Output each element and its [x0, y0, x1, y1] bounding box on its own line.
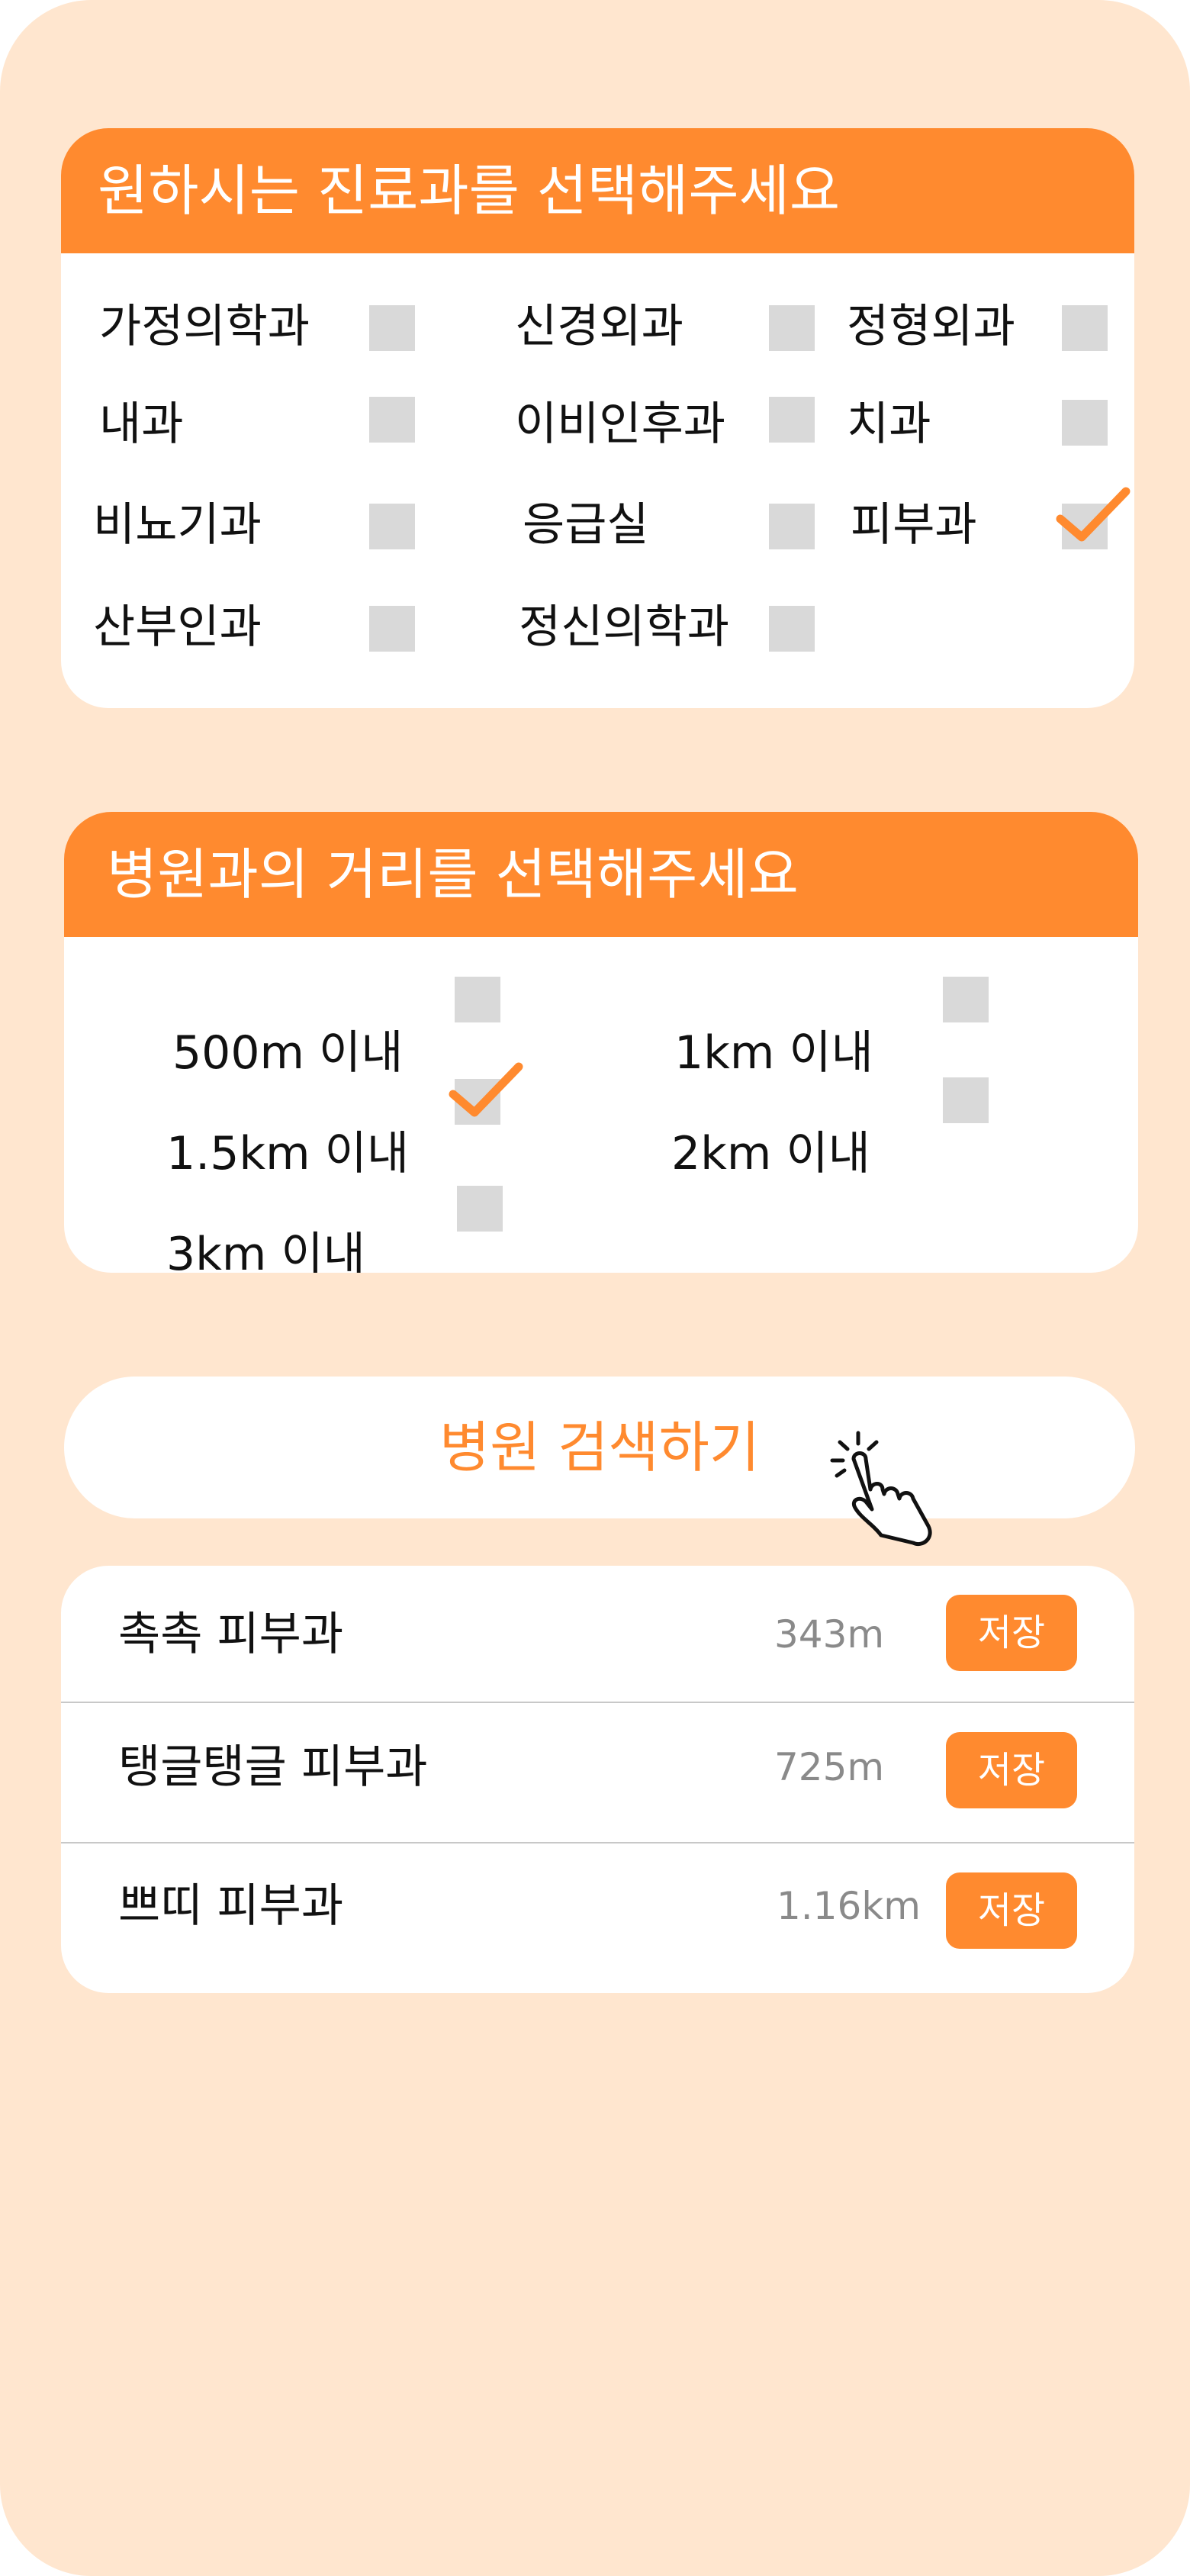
- department-checkbox[interactable]: [369, 606, 415, 652]
- distance-option-label: 1.5km 이내: [166, 1127, 410, 1180]
- app-screen: 원하시는 진료과를 선택해주세요 가정의학과 신경외과 정형외과 내과 이비인후…: [0, 0, 1190, 2576]
- department-option-label: 가정의학과: [99, 300, 310, 353]
- distance-option-label: 2km 이내: [671, 1127, 870, 1180]
- distance-checkbox[interactable]: [943, 977, 989, 1022]
- department-checkbox[interactable]: [769, 504, 815, 549]
- distance-title: 병원과의 거리를 선택해주세요: [64, 812, 1138, 937]
- hospital-distance: 725m: [774, 1745, 885, 1789]
- department-card: 원하시는 진료과를 선택해주세요 가정의학과 신경외과 정형외과 내과 이비인후…: [61, 128, 1134, 708]
- save-button[interactable]: 저장: [946, 1732, 1077, 1808]
- department-checkbox[interactable]: [369, 504, 415, 549]
- department-checkbox[interactable]: [1062, 305, 1108, 351]
- department-option-label: 이비인후과: [515, 398, 725, 451]
- distance-checkbox[interactable]: [943, 1077, 989, 1123]
- department-option-label: 산부인과: [93, 601, 262, 654]
- result-row[interactable]: 쁘띠 피부과 1.16km 저장: [61, 1843, 1134, 1981]
- hospital-name: 촉촉 피부과: [118, 1608, 344, 1661]
- search-button-label: 병원 검색하기: [439, 1415, 761, 1480]
- hospital-distance: 1.16km: [777, 1884, 921, 1928]
- distance-option-label: 500m 이내: [172, 1026, 404, 1080]
- save-button[interactable]: 저장: [946, 1595, 1077, 1671]
- department-checkbox[interactable]: [769, 606, 815, 652]
- department-option-label: 내과: [99, 398, 184, 451]
- department-option-label: 정신의학과: [519, 601, 729, 654]
- tap-hand-icon: [830, 1431, 932, 1546]
- department-checkbox[interactable]: [1056, 487, 1130, 549]
- department-checkbox[interactable]: [769, 305, 815, 351]
- distance-checkbox[interactable]: [457, 1186, 503, 1232]
- checkmark-icon: [1056, 487, 1130, 542]
- hospital-name: 탱글탱글 피부과: [118, 1740, 428, 1794]
- department-option-label: 피부과: [851, 498, 977, 552]
- search-hospital-button[interactable]: 병원 검색하기: [64, 1377, 1135, 1518]
- distance-checkbox[interactable]: [455, 977, 500, 1022]
- department-title: 원하시는 진료과를 선택해주세요: [61, 128, 1134, 253]
- result-row[interactable]: 촉촉 피부과 343m 저장: [61, 1566, 1134, 1703]
- result-row[interactable]: 탱글탱글 피부과 725m 저장: [61, 1703, 1134, 1840]
- department-option-label: 비뇨기과: [93, 498, 262, 552]
- department-option-label: 치과: [847, 398, 931, 451]
- distance-checkbox[interactable]: [449, 1062, 523, 1125]
- department-option-label: 정형외과: [847, 300, 1015, 353]
- checkmark-icon: [449, 1062, 523, 1117]
- hospital-distance: 343m: [774, 1612, 885, 1657]
- department-checkbox[interactable]: [1062, 400, 1108, 446]
- department-option-label: 신경외과: [515, 300, 683, 353]
- save-button[interactable]: 저장: [946, 1872, 1077, 1949]
- department-checkbox[interactable]: [369, 397, 415, 443]
- department-option-label: 응급실: [523, 498, 649, 552]
- distance-option-label: 1km 이내: [674, 1026, 873, 1080]
- results-list: 촉촉 피부과 343m 저장 탱글탱글 피부과 725m 저장 쁘띠 피부과 1…: [61, 1566, 1134, 1993]
- distance-card: 병원과의 거리를 선택해주세요 500m 이내 1km 이내 1.5km 이내 …: [64, 812, 1138, 1273]
- department-checkbox[interactable]: [769, 397, 815, 443]
- department-checkbox[interactable]: [369, 305, 415, 351]
- distance-option-label: 3km 이내: [166, 1228, 365, 1273]
- hospital-name: 쁘띠 피부과: [118, 1879, 344, 1933]
